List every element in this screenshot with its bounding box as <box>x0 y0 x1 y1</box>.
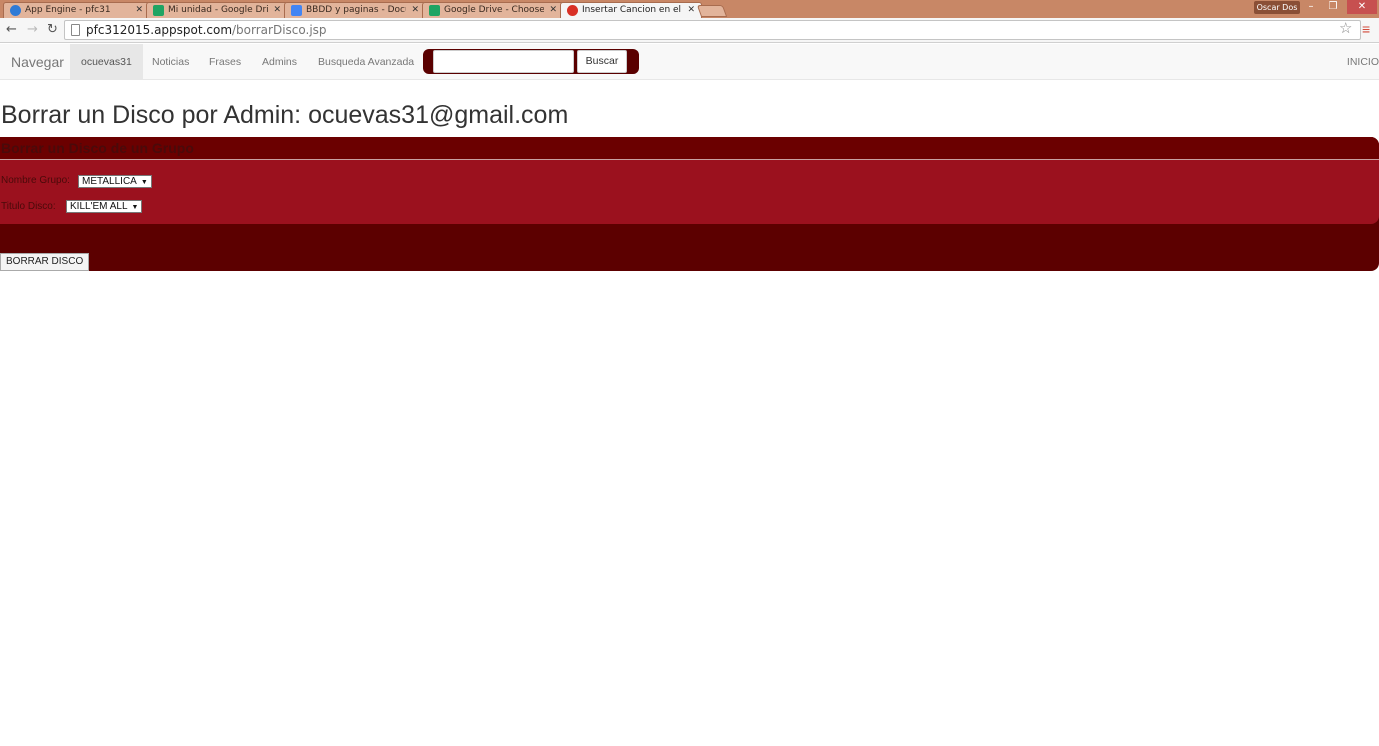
close-tab-icon[interactable]: ✕ <box>135 4 143 16</box>
search-input[interactable] <box>433 50 574 73</box>
album-select[interactable]: KILL'EM ALL ▼ <box>66 200 143 213</box>
browser-tab-insertar-cancion[interactable]: Insertar Cancion en el Dat ✕ <box>560 2 702 18</box>
nav-link-admins[interactable]: Admins <box>251 44 308 80</box>
new-tab-button[interactable] <box>696 5 728 17</box>
delete-album-button[interactable]: BORRAR DISCO <box>0 253 90 271</box>
tab-title: BBDD y paginas - Documo <box>306 5 406 15</box>
panel-header: Borrar un Disco de un Grupo <box>0 137 1379 160</box>
album-select-value: KILL'EM ALL <box>70 201 128 212</box>
google-drive-icon <box>429 5 440 16</box>
browser-tab-app-engine[interactable]: App Engine - pfc31 ✕ <box>3 2 150 18</box>
close-window-icon[interactable]: ✕ <box>1347 0 1377 14</box>
tab-title: Mi unidad - Google Drive <box>168 5 268 15</box>
nav-link-ocuevas31[interactable]: ocuevas31 <box>70 44 143 80</box>
group-select-value: METALLICA <box>82 176 137 187</box>
tab-title: Google Drive - Choose A <box>444 5 544 15</box>
browser-tab-strip: App Engine - pfc31 ✕ Mi unidad - Google … <box>0 0 1379 18</box>
page-title: Borrar un Disco por Admin: ocuevas31@gma… <box>1 101 569 129</box>
panel-body: Nombre Grupo: METALLICA ▼ Titulo Disco: K… <box>0 160 1379 224</box>
album-label: Titulo Disco: <box>1 201 56 212</box>
dropdown-arrow-icon: ▼ <box>140 179 148 186</box>
dropdown-arrow-icon: ▼ <box>131 204 139 211</box>
minimize-icon[interactable]: – <box>1300 0 1322 14</box>
forward-arrow-icon[interactable]: → <box>27 21 38 39</box>
group-label: Nombre Grupo: <box>1 175 70 186</box>
site-favicon-icon <box>567 5 578 16</box>
delete-album-panel: Borrar un Disco de un Grupo Nombre Grupo… <box>0 137 1379 271</box>
browser-tab-drive-choose[interactable]: Google Drive - Choose A ✕ <box>422 2 564 18</box>
search-button[interactable]: Buscar <box>577 50 627 73</box>
tab-title: Insertar Cancion en el Dat <box>582 5 682 15</box>
close-tab-icon[interactable]: ✕ <box>549 4 557 16</box>
panel-title: Borrar un Disco de un Grupo <box>1 140 194 156</box>
browser-toolbar: ← → ↻ pfc312015.appspot.com/borrarDisco.… <box>0 18 1379 43</box>
browser-tab-google-drive[interactable]: Mi unidad - Google Drive ✕ <box>146 2 288 18</box>
address-bar[interactable]: pfc312015.appspot.com/borrarDisco.jsp <box>64 20 1361 40</box>
bookmark-star-icon[interactable]: ☆ <box>1339 20 1352 38</box>
google-docs-icon <box>291 5 302 16</box>
close-tab-icon[interactable]: ✕ <box>687 4 695 16</box>
url-host: pfc312015.appspot.com <box>86 23 233 37</box>
close-tab-icon[interactable]: ✕ <box>273 4 281 16</box>
nav-link-noticias[interactable]: Noticias <box>141 44 200 80</box>
restore-icon[interactable]: ❐ <box>1322 0 1344 14</box>
google-drive-icon <box>153 5 164 16</box>
group-select[interactable]: METALLICA ▼ <box>78 175 152 188</box>
browser-menu-icon[interactable]: ≡ <box>1362 21 1370 37</box>
navbar-brand[interactable]: Navegar <box>11 53 64 71</box>
tab-title: App Engine - pfc31 <box>25 5 111 15</box>
search-form: Buscar <box>423 49 639 74</box>
page-icon <box>71 24 80 36</box>
nav-link-inicio[interactable]: INICIO <box>1347 44 1379 80</box>
site-navbar: Navegar ocuevas31 Noticias Frases Admins… <box>0 44 1379 80</box>
back-arrow-icon[interactable]: ← <box>6 21 17 39</box>
url-path: /borrarDisco.jsp <box>232 23 327 37</box>
reload-icon[interactable]: ↻ <box>47 21 58 39</box>
close-tab-icon[interactable]: ✕ <box>411 4 419 16</box>
nav-link-frases[interactable]: Frases <box>198 44 252 80</box>
profile-button[interactable]: Oscar Dos <box>1254 1 1300 14</box>
browser-tab-docs[interactable]: BBDD y paginas - Documo ✕ <box>284 2 426 18</box>
nav-link-busqueda-avanzada[interactable]: Busqueda Avanzada <box>307 44 425 80</box>
app-engine-icon <box>10 5 21 16</box>
url-text: pfc312015.appspot.com/borrarDisco.jsp <box>86 23 327 38</box>
